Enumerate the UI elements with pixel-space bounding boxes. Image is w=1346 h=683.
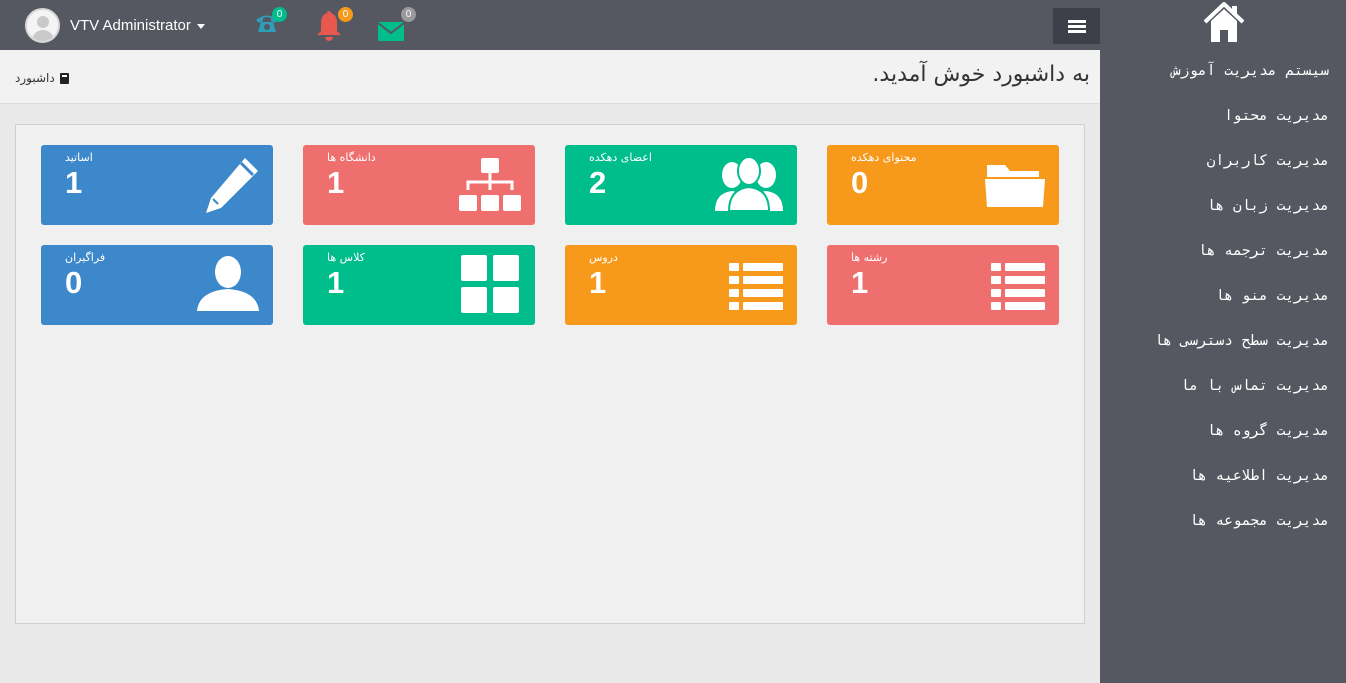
tile-value: 2 [589,165,607,200]
tile-universities[interactable]: دانشگاه ها 1 [303,145,535,225]
page-title: به داشبورد خوش آمدید. [872,62,1090,87]
user-icon [197,256,259,311]
page-header: به داشبورد خوش آمدید. داشبورد [0,50,1100,104]
tile-classes[interactable]: کلاس ها 1 [303,245,535,325]
grid-icon [461,255,519,313]
tile-label: فراگیران [65,251,106,264]
avatar [25,7,60,43]
home-icon[interactable] [1203,2,1245,44]
tile-label: کلاس ها [327,251,365,264]
tile-label: اعضای دهکده [589,151,652,164]
sidebar-item-education-system[interactable]: سیستم مدیریت آموزش [1154,49,1329,94]
alerts-notification-button[interactable]: 0 [316,7,353,44]
sidebar-item-menus[interactable]: مدیریت منو ها [1154,274,1330,319]
tile-value: 0 [65,265,83,300]
sidebar-item-languages[interactable]: مدیریت زبان ها [1154,184,1329,229]
messages-notification-button[interactable]: 0 [378,7,416,44]
list-icon [991,263,1045,310]
tile-value: 1 [327,165,345,200]
tile-majors[interactable]: رشته ها 1 [827,245,1059,325]
sidebar-item-users[interactable]: مدیریت کاربران [1154,139,1329,184]
sidebar-item-content[interactable]: مدیریت محتوا [1154,94,1329,139]
users-icon [715,156,783,212]
envelope-icon [378,22,405,41]
sidebar-item-collections[interactable]: مدیریت مجموعه ها [1154,499,1329,544]
tile-value: 1 [851,265,869,300]
tile-label: محتوای دهکده [851,151,917,164]
sidebar-item-contact-us[interactable]: مدیریت تماس با ما [1154,364,1329,409]
alerts-count-badge: 0 [338,7,353,22]
phone-notification-button[interactable]: 0 [254,7,290,44]
sidebar-menu: سیستم مدیریت آموزش مدیریت محتوا مدیریت ک… [1154,49,1329,544]
tile-village-members[interactable]: اعضای دهکده 2 [565,145,797,225]
tile-label: دانشگاه ها [327,151,376,164]
tile-value: 1 [327,265,345,300]
tile-label: رشته ها [851,251,888,264]
tile-label: اساتید [65,151,93,164]
messages-count-badge: 0 [401,7,416,22]
sidebar: سیستم مدیریت آموزش مدیریت محتوا مدیریت ک… [1100,0,1346,683]
tile-learners[interactable]: فراگیران 0 [41,245,273,325]
sidebar-toggle-button[interactable] [1053,8,1100,44]
tile-value: 1 [65,165,83,200]
user-menu[interactable]: VTV Administrator [25,7,205,43]
tile-teachers[interactable]: اساتید 1 [41,145,273,225]
sitemap-icon [459,158,521,211]
tile-lessons[interactable]: دروس 1 [565,245,797,325]
list-icon [729,263,783,310]
pencil-icon [206,158,258,213]
folder-icon [985,165,1045,207]
sidebar-item-groups[interactable]: مدیریت گروه ها [1154,409,1329,454]
tile-village-content[interactable]: محتوای دهکده 0 [827,145,1059,225]
caret-down-icon [196,23,205,29]
user-name: VTV Administrator [70,16,191,34]
dashboard-icon [59,72,69,84]
breadcrumb-label: داشبورد [15,71,55,85]
tile-value: 0 [851,165,869,200]
tile-value: 1 [589,265,607,300]
sidebar-item-announcements[interactable]: مدیریت اطلاعیه ها [1154,454,1329,499]
phone-count-badge: 0 [272,7,287,22]
sidebar-item-access-levels[interactable]: مدیریت سطح دسترسی ها [1154,319,1329,364]
sidebar-item-translations[interactable]: مدیریت ترجمه ها [1154,229,1329,274]
hamburger-icon [1068,20,1086,23]
top-navbar: VTV Administrator 0 0 0 [0,0,1100,50]
breadcrumb[interactable]: داشبورد [15,71,69,85]
tile-label: دروس [589,251,618,264]
dashboard-panel: اساتید 1 دانشگاه ها 1 اعضای دهکده 2 محتو… [15,124,1085,624]
